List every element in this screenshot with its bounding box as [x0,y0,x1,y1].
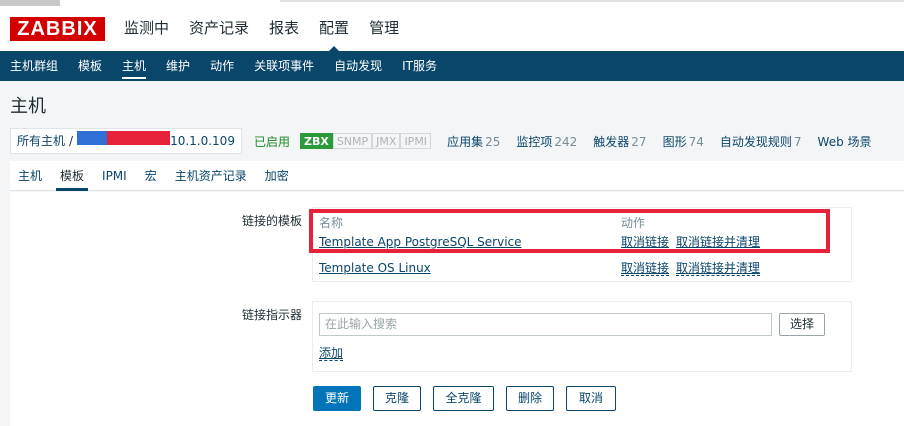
link-items-count: 242 [554,134,578,149]
badge-snmp: SNMP [332,133,373,149]
link-items[interactable]: 监控项 242 [516,133,577,150]
header-decoration [0,0,60,6]
tab-host[interactable]: 主机 [18,161,42,190]
redacted-hostname [77,131,171,145]
link-indicator-box [312,301,852,372]
cancel-button[interactable]: 取消 [566,386,616,411]
breadcrumb: 所有主机 / 10.1.0.109 [10,128,242,154]
sub-menu-discovery[interactable]: 自动发现 [334,51,382,81]
link-triggers-label: 触发器 [593,134,630,149]
breadcrumb-current-host[interactable]: 10.1.0.109 [77,129,235,153]
link-triggers-count: 27 [631,134,647,149]
template-link-os-linux[interactable]: Template OS Linux [319,261,431,275]
tab-inventory[interactable]: 主机资产记录 [175,161,247,190]
link-discovery-rules-label: 自动发现规则 [719,134,792,149]
link-web-scenarios[interactable]: Web 场景 [818,133,872,150]
form-body: 链接的模板 名称 动作 Template App PostgreSQL Serv… [10,192,904,426]
template-search-input[interactable]: 在此输入搜索 [319,313,772,336]
main-menu-monitoring[interactable]: 监测中 [124,0,169,51]
link-items-label: 监控项 [516,134,553,149]
tab-macros[interactable]: 宏 [145,161,157,190]
link-triggers[interactable]: 触发器 27 [593,133,646,150]
main-menu-configuration[interactable]: 配置 [319,0,349,51]
sub-menu-event-correlation[interactable]: 关联项事件 [254,51,314,81]
link-graphs[interactable]: 图形 74 [663,133,704,150]
sub-menu-it-services[interactable]: IT服务 [402,51,437,81]
clone-button[interactable]: 克隆 [373,386,421,411]
badge-ipmi: IPMI [400,133,432,149]
link-indicator-label: 链接指示器 [241,308,302,322]
update-button[interactable]: 更新 [313,386,361,411]
select-button[interactable]: 选择 [779,313,825,336]
host-status[interactable]: 已启用 [254,133,290,150]
host-navigation: 所有主机 / 10.1.0.109 已启用 ZBX SNMP JMX IPMI … [10,128,904,154]
top-header: ZABBIX 监测中 资产记录 报表 配置 管理 [0,0,904,51]
main-menu-administration[interactable]: 管理 [369,0,399,51]
sub-menu-host-groups[interactable]: 主机群组 [10,51,58,81]
link-applications-label: 应用集 [447,134,484,149]
sub-menu: 主机群组 模板 主机 维护 动作 关联项事件 自动发现 IT服务 [0,51,904,81]
link-discovery-rules-count: 7 [793,134,802,149]
link-web-scenarios-label: Web 场景 [817,134,872,149]
add-link[interactable]: 添加 [319,347,344,361]
availability-badges: ZBX SNMP JMX IPMI [299,133,432,149]
badge-jmx: JMX [372,133,401,149]
breadcrumb-all-hosts[interactable]: 所有主机 [17,129,65,153]
highlight-annotation-box [309,209,830,253]
tab-encryption[interactable]: 加密 [265,161,289,190]
tab-ipmi[interactable]: IPMI [102,161,127,190]
breadcrumb-separator: / [69,134,74,148]
link-applications[interactable]: 应用集 25 [447,133,500,150]
redacted-hostname-mark [77,131,108,145]
delete-button[interactable]: 删除 [506,386,554,411]
sub-menu-actions[interactable]: 动作 [210,51,234,81]
sub-menu-hosts[interactable]: 主机 [122,51,147,81]
unlink-clear-button-os-linux[interactable]: 取消链接并清理 [676,262,761,276]
main-menu-reports[interactable]: 报表 [269,0,299,51]
sub-menu-templates[interactable]: 模板 [78,51,102,81]
zabbix-logo[interactable]: ZABBIX [10,17,105,41]
page-title: 主机 [10,96,46,117]
full-clone-button[interactable]: 全克隆 [433,386,494,411]
badge-zbx: ZBX [299,133,333,149]
link-graphs-count: 74 [688,134,704,149]
linked-templates-label: 链接的模板 [241,214,302,228]
link-graphs-label: 图形 [662,134,687,149]
form-tabs: 主机 模板 IPMI 宏 主机资产记录 加密 [10,161,904,191]
main-menu-inventory[interactable]: 资产记录 [189,0,249,51]
unlink-button-os-linux[interactable]: 取消链接 [621,262,670,276]
link-discovery-rules[interactable]: 自动发现规则 7 [720,133,802,150]
tab-templates[interactable]: 模板 [56,161,89,191]
main-menu: 监测中 资产记录 报表 配置 管理 [124,0,419,51]
link-applications-count: 25 [485,134,501,149]
sub-menu-maintenance[interactable]: 维护 [166,51,190,81]
host-address-suffix: 10.1.0.109 [170,134,235,148]
